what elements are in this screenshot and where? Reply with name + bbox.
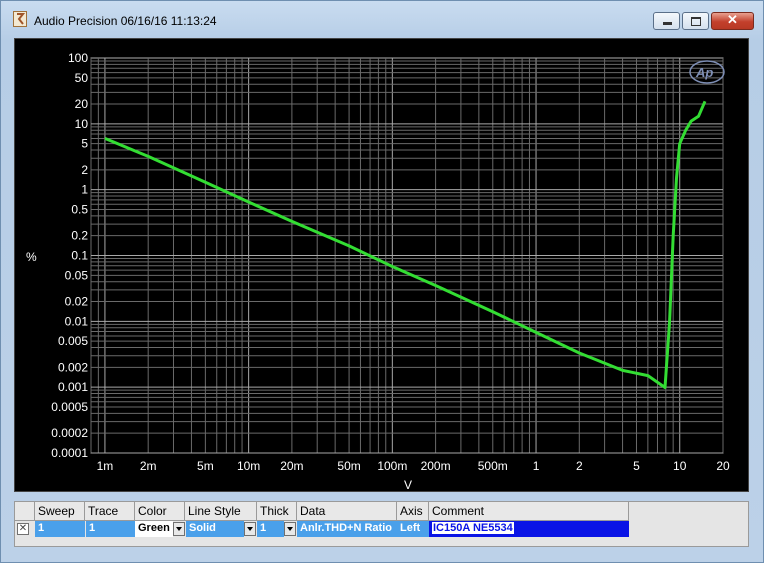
- close-button[interactable]: ✕: [711, 12, 754, 30]
- x-tick-label: 200m: [421, 459, 451, 473]
- y-axis-unit: %: [26, 250, 37, 264]
- y-tick-label: 0.05: [65, 268, 89, 282]
- x-tick-label: 50m: [337, 459, 360, 473]
- header-color[interactable]: Color: [135, 502, 185, 521]
- x-tick-label: 20: [716, 459, 730, 473]
- cell-data[interactable]: Anlr.THD+N Ratio: [297, 521, 397, 537]
- x-tick-label: 500m: [478, 459, 508, 473]
- y-tick-label: 0.02: [65, 295, 89, 309]
- y-tick-label: 0.2: [71, 229, 88, 243]
- x-tick-labels: 1m 2m 5m 10m 20m 50m 100m 200m 500m 1 2 5 10 20: [97, 459, 730, 473]
- x-tick-label: 2: [576, 459, 583, 473]
- ap-logo: Ap: [689, 60, 725, 84]
- cell-comment[interactable]: IC150A NE5534: [429, 521, 629, 537]
- y-tick-label: 0.5: [71, 202, 88, 216]
- y-tick-label: 20: [75, 97, 89, 111]
- cell-line-style[interactable]: Solid: [186, 521, 244, 537]
- header-thick[interactable]: Thick: [257, 502, 297, 521]
- thick-dropdown-button[interactable]: [284, 522, 296, 536]
- window-title: Audio Precision 06/16/16 11:13:24: [34, 14, 217, 28]
- x-tick-label: 10: [673, 459, 687, 473]
- header-comment[interactable]: Comment: [429, 502, 629, 521]
- maximize-button[interactable]: [682, 12, 709, 30]
- y-tick-label: 10: [75, 117, 89, 131]
- maximize-icon: [691, 17, 701, 26]
- line-style-dropdown-button[interactable]: [244, 522, 256, 536]
- y-tick-label: 0.002: [58, 360, 88, 374]
- x-axis-unit: V: [404, 478, 412, 491]
- minimize-icon: [663, 22, 672, 25]
- trace-table: Sweep Trace Color Line Style Thick Data …: [14, 501, 749, 547]
- x-tick-label: 20m: [280, 459, 303, 473]
- header-sweep[interactable]: Sweep: [35, 502, 85, 521]
- cell-trace[interactable]: 1: [86, 521, 135, 537]
- y-tick-label: 100: [68, 51, 88, 65]
- x-tick-label: 5: [633, 459, 640, 473]
- thd-trace-line: [104, 100, 707, 389]
- y-tick-label: 0.01: [65, 314, 89, 328]
- y-tick-label: 0.0002: [51, 426, 88, 440]
- app-window: Audio Precision 06/16/16 11:13:24 ✕ 100 5…: [0, 0, 764, 563]
- header-axis[interactable]: Axis: [397, 502, 429, 521]
- y-tick-label: 0.001: [58, 380, 88, 394]
- x-tick-label: 1: [533, 459, 540, 473]
- color-dropdown-button[interactable]: [173, 522, 185, 536]
- y-tick-label: 2: [81, 163, 88, 177]
- trace-enable-checkbox[interactable]: ✕: [17, 523, 29, 535]
- cell-color[interactable]: Green: [135, 521, 173, 537]
- y-tick-label: 0.0001: [51, 446, 88, 460]
- x-tick-label: 10m: [237, 459, 260, 473]
- close-icon: ✕: [727, 12, 738, 27]
- y-tick-label: 1: [81, 183, 88, 197]
- header-line-style[interactable]: Line Style: [185, 502, 257, 521]
- x-tick-label: 1m: [97, 459, 114, 473]
- y-tick-label: 0.1: [71, 249, 88, 263]
- y-tick-label: 0.005: [58, 334, 88, 348]
- title-bar[interactable]: Audio Precision 06/16/16 11:13:24 ✕: [1, 1, 763, 33]
- x-tick-label: 2m: [140, 459, 157, 473]
- graph-panel[interactable]: 100 50 20 10 5 2 1 0.5 0.2 0.1 0.05 0.02 0.01 0.005 0.…: [14, 38, 749, 492]
- x-tick-label: 100m: [377, 459, 407, 473]
- traces: [104, 100, 707, 389]
- thd-plot: 100 50 20 10 5 2 1 0.5 0.2 0.1 0.05 0.02 0.01 0.005 0.…: [26, 51, 730, 492]
- cell-sweep[interactable]: 1: [35, 521, 85, 537]
- y-tick-label: 0.0005: [51, 400, 88, 414]
- cell-thick[interactable]: 1: [257, 521, 284, 537]
- cell-axis[interactable]: Left: [397, 521, 429, 537]
- x-tick-label: 5m: [197, 459, 214, 473]
- header-trace[interactable]: Trace: [85, 502, 135, 521]
- grid: [90, 57, 724, 454]
- minimize-button[interactable]: [653, 12, 680, 30]
- header-data[interactable]: Data: [297, 502, 397, 521]
- audio-precision-app-icon: [13, 11, 27, 27]
- y-tick-labels: 100 50 20 10 5 2 1 0.5 0.2 0.1 0.05 0.02 0.01 0.005 0.…: [51, 51, 88, 460]
- ap-logo-text: Ap: [695, 65, 713, 80]
- y-tick-label: 5: [81, 137, 88, 151]
- y-tick-label: 50: [75, 71, 89, 85]
- comment-text: IC150A NE5534: [432, 522, 514, 534]
- header-blank: [15, 502, 35, 521]
